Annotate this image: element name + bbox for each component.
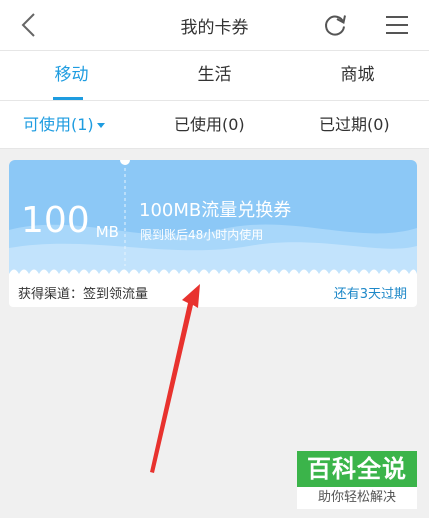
coupon-description: 限到账后48小时内使用 <box>140 228 264 242</box>
caret-down-icon <box>96 123 105 128</box>
tab-mobile[interactable]: 移动 <box>0 51 143 100</box>
watermark-title: 百科全说 <box>297 451 417 487</box>
coupon-channel: 获得渠道：签到领流量 <box>18 287 149 302</box>
coupon-title: 100MB流量兑换券 <box>139 200 292 221</box>
page-title: 我的卡券 <box>180 18 249 38</box>
status-filter-bar: 可使用(1) 已使用(0) 已过期(0) <box>0 101 429 149</box>
filter-expired[interactable]: 已过期(0) <box>319 101 390 148</box>
filter-usable-label: 可使用(1) <box>23 115 94 134</box>
tab-mall[interactable]: 商城 <box>286 51 429 100</box>
coupon-amount-unit: MB <box>95 223 119 241</box>
coupon-card[interactable]: 100 MB 100MB流量兑换券 限到账后48小时内使用 获得渠道：签到领流量 … <box>9 160 417 307</box>
coupon-amount-value: 100 <box>21 200 90 241</box>
hamburger-menu-icon[interactable] <box>381 9 413 41</box>
category-tabs: 移动 生活 商城 <box>0 51 429 101</box>
coupon-face: 100 MB 100MB流量兑换券 限到账后48小时内使用 <box>9 160 417 274</box>
filter-usable[interactable]: 可使用(1) <box>23 101 105 148</box>
baike-watermark-logo: 百科全说 助你轻松解决 <box>297 451 417 509</box>
header-bar: 我的卡券 <box>0 0 429 51</box>
watermark-subtitle: 助你轻松解决 <box>297 487 417 509</box>
coupon-amount: 100 MB <box>21 200 119 241</box>
coupon-expiry: 还有3天过期 <box>333 287 407 302</box>
tab-life[interactable]: 生活 <box>143 51 286 100</box>
filter-used[interactable]: 已使用(0) <box>174 101 245 148</box>
coupon-footer: 获得渠道：签到领流量 还有3天过期 <box>9 274 417 307</box>
active-tab-indicator <box>53 97 83 100</box>
refresh-icon[interactable] <box>320 10 350 40</box>
